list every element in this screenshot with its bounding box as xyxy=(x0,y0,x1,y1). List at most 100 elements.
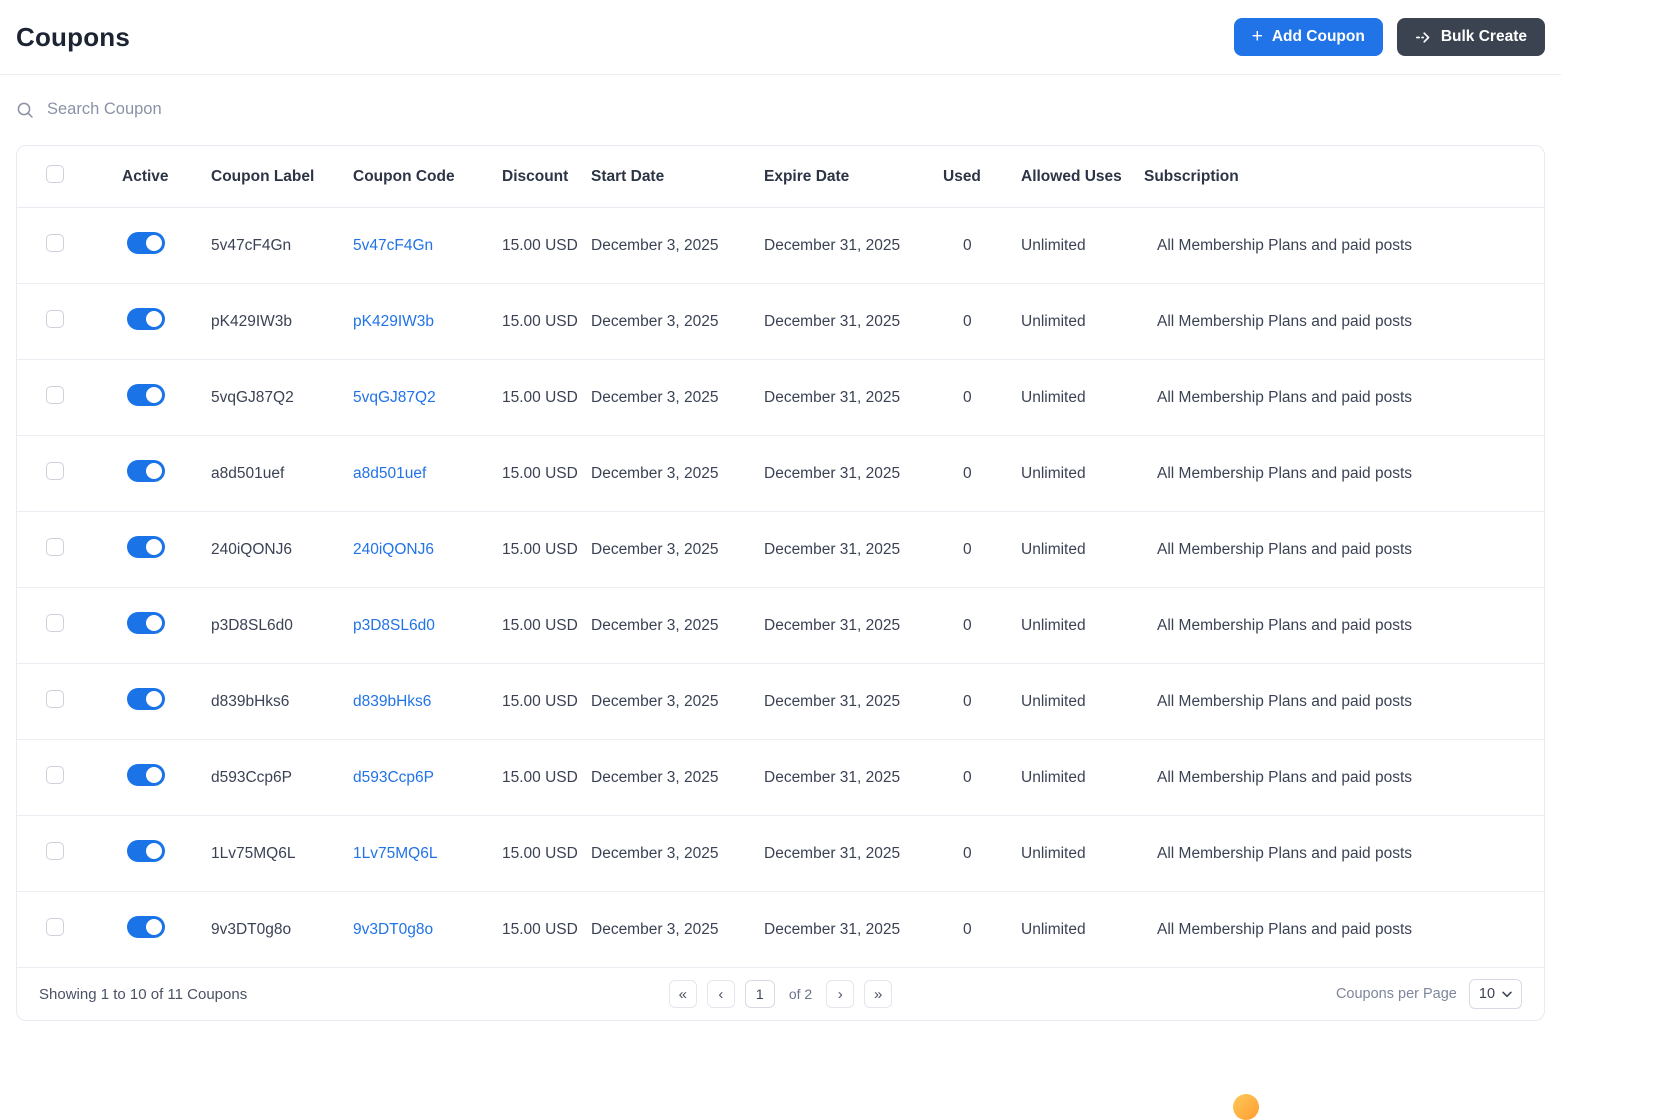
row-active-cell xyxy=(107,612,211,639)
active-toggle[interactable] xyxy=(127,612,165,634)
coupon-code-link[interactable]: d839bHks6 xyxy=(353,693,431,710)
coupon-code-link[interactable]: d593Ccp6P xyxy=(353,769,434,786)
first-page-button[interactable]: « xyxy=(668,980,697,1008)
table-row: p3D8SL6d0 p3D8SL6d0 15.00 USD December 3… xyxy=(17,588,1544,664)
row-active-cell xyxy=(107,536,211,563)
toggle-knob xyxy=(146,235,162,251)
prev-page-button[interactable]: ‹ xyxy=(706,980,735,1008)
floating-beacon[interactable] xyxy=(1233,1094,1259,1120)
topbar-actions: + Add Coupon Bulk Create xyxy=(1233,18,1545,56)
coupon-code-link[interactable]: 9v3DT0g8o xyxy=(353,921,433,938)
coupons-page: Coupons + Add Coupon Bulk Create Search … xyxy=(0,0,1561,1021)
search-input[interactable] xyxy=(45,99,465,120)
row-checkbox[interactable] xyxy=(46,462,64,480)
active-toggle[interactable] xyxy=(127,840,165,862)
coupon-used-count: 0 xyxy=(963,388,972,406)
active-toggle[interactable] xyxy=(127,916,165,938)
row-checkbox[interactable] xyxy=(46,310,64,328)
toggle-knob xyxy=(146,463,162,479)
per-page-label: Coupons per Page xyxy=(1335,986,1457,1002)
column-header-active: Active xyxy=(122,167,169,185)
table-row: d593Ccp6P d593Ccp6P 15.00 USD December 3… xyxy=(17,740,1544,816)
next-page-button[interactable]: › xyxy=(826,980,855,1008)
column-header-expire-date: Expire Date xyxy=(764,167,850,185)
row-checkbox[interactable] xyxy=(46,614,64,632)
per-page-select[interactable]: 10 xyxy=(1468,979,1523,1009)
row-active-cell xyxy=(107,232,211,259)
select-all-checkbox[interactable] xyxy=(46,165,64,183)
row-checkbox-cell xyxy=(17,842,107,865)
toggle-knob xyxy=(146,691,162,707)
active-toggle[interactable] xyxy=(127,536,165,558)
per-page-controls: Coupons per Page 10 xyxy=(892,979,1523,1009)
chevron-down-icon xyxy=(1502,991,1512,998)
table-row: d839bHks6 d839bHks6 15.00 USD December 3… xyxy=(17,664,1544,740)
toggle-knob xyxy=(146,919,162,935)
coupon-subscription: All Membership Plans and paid posts xyxy=(1157,464,1413,482)
row-checkbox[interactable] xyxy=(46,766,64,784)
row-checkbox[interactable] xyxy=(46,918,64,936)
coupon-code-link[interactable]: pK429IW3b xyxy=(353,313,434,330)
first-page-icon: « xyxy=(678,985,687,1003)
active-toggle[interactable] xyxy=(127,460,165,482)
active-toggle[interactable] xyxy=(127,688,165,710)
bulk-create-label: Bulk Create xyxy=(1440,28,1527,45)
coupons-table: Active Coupon Label Coupon Code Discount… xyxy=(16,145,1545,1021)
row-active-cell xyxy=(107,460,211,487)
coupon-used-count: 0 xyxy=(963,464,972,482)
coupon-code-link[interactable]: 1Lv75MQ6L xyxy=(353,845,437,862)
last-page-button[interactable]: » xyxy=(864,980,893,1008)
active-toggle[interactable] xyxy=(127,384,165,406)
coupon-subscription: All Membership Plans and paid posts xyxy=(1157,692,1413,710)
coupon-start-date: December 3, 2025 xyxy=(591,464,719,482)
row-checkbox[interactable] xyxy=(46,386,64,404)
coupon-code-cell: p3D8SL6d0 xyxy=(353,617,502,635)
table-row: pK429IW3b pK429IW3b 15.00 USD December 3… xyxy=(17,284,1544,360)
coupon-code-link[interactable]: p3D8SL6d0 xyxy=(353,617,435,634)
active-toggle[interactable] xyxy=(127,232,165,254)
row-checkbox-cell xyxy=(17,386,107,409)
coupon-subscription: All Membership Plans and paid posts xyxy=(1157,844,1413,862)
coupon-expire-date: December 31, 2025 xyxy=(764,920,901,938)
coupon-code-cell: 9v3DT0g8o xyxy=(353,921,502,939)
row-checkbox-cell xyxy=(17,234,107,257)
active-toggle[interactable] xyxy=(127,764,165,786)
row-checkbox[interactable] xyxy=(46,538,64,556)
row-checkbox-cell xyxy=(17,614,107,637)
row-checkbox[interactable] xyxy=(46,842,64,860)
row-checkbox[interactable] xyxy=(46,690,64,708)
coupon-expire-date: December 31, 2025 xyxy=(764,692,901,710)
active-toggle[interactable] xyxy=(127,308,165,330)
coupon-allowed-uses: Unlimited xyxy=(1021,540,1086,558)
coupon-used-count: 0 xyxy=(963,920,972,938)
coupon-discount: 15.00 USD xyxy=(502,540,578,558)
coupon-allowed-uses: Unlimited xyxy=(1021,312,1086,330)
coupon-code-link[interactable]: a8d501uef xyxy=(353,465,426,482)
coupon-expire-date: December 31, 2025 xyxy=(764,312,901,330)
coupon-subscription: All Membership Plans and paid posts xyxy=(1157,388,1413,406)
prev-page-icon: ‹ xyxy=(718,985,724,1003)
coupon-used-count: 0 xyxy=(963,844,972,862)
page-of-text: of 2 xyxy=(788,986,813,1002)
coupon-expire-date: December 31, 2025 xyxy=(764,616,901,634)
coupon-subscription: All Membership Plans and paid posts xyxy=(1157,312,1413,330)
coupon-discount: 15.00 USD xyxy=(502,920,578,938)
coupon-label: pK429IW3b xyxy=(211,312,292,330)
coupon-code-cell: 5vqGJ87Q2 xyxy=(353,389,502,407)
coupon-code-link[interactable]: 240iQONJ6 xyxy=(353,541,434,558)
coupon-code-link[interactable]: 5v47cF4Gn xyxy=(353,237,433,254)
coupon-allowed-uses: Unlimited xyxy=(1021,388,1086,406)
bulk-create-button[interactable]: Bulk Create xyxy=(1396,18,1545,56)
add-coupon-button[interactable]: + Add Coupon xyxy=(1233,18,1383,56)
coupon-label: 9v3DT0g8o xyxy=(211,920,292,938)
bulk-create-icon xyxy=(1415,29,1432,46)
coupon-used-count: 0 xyxy=(963,540,972,558)
page-number-input[interactable]: 1 xyxy=(744,980,775,1008)
coupon-code-link[interactable]: 5vqGJ87Q2 xyxy=(353,389,436,406)
table-footer: Showing 1 to 10 of 11 Coupons « ‹ 1 of 2… xyxy=(17,968,1544,1020)
toggle-knob xyxy=(146,767,162,783)
coupon-code-cell: a8d501uef xyxy=(353,465,502,483)
coupon-allowed-uses: Unlimited xyxy=(1021,920,1086,938)
row-checkbox[interactable] xyxy=(46,234,64,252)
coupon-used-count: 0 xyxy=(963,692,972,710)
